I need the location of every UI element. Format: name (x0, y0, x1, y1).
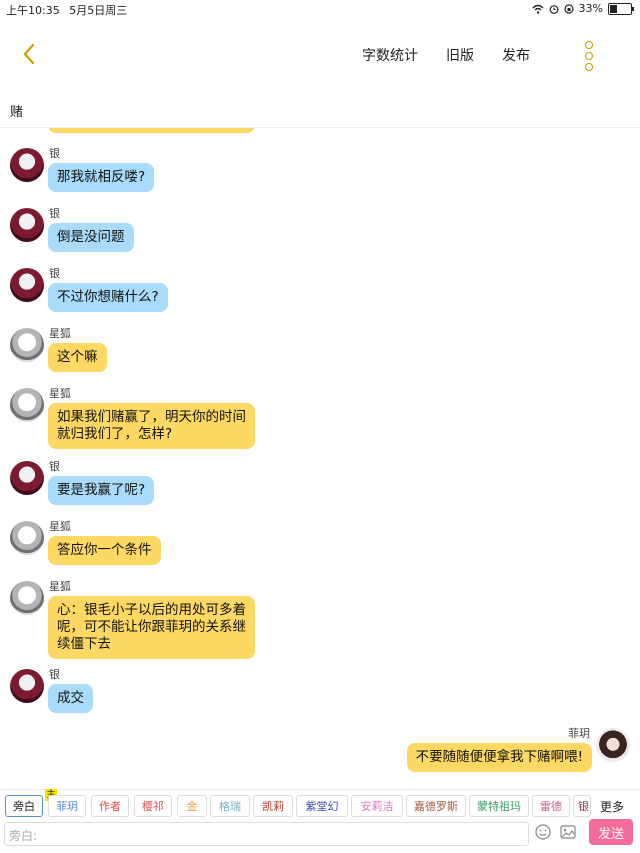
status-date: 5月5日周三 (69, 4, 128, 17)
character-chip[interactable]: 蒙特祖玛 (469, 795, 529, 817)
input-bar: 旁白: 发送 (0, 819, 640, 853)
battery-icon (608, 2, 634, 15)
avatar[interactable] (10, 208, 44, 242)
more-menu-icon[interactable] (580, 41, 598, 71)
speaker-name: 菲玥 (568, 727, 590, 740)
avatar[interactable] (596, 728, 630, 762)
message-bubble[interactable]: 如果我们赌赢了，明天你的时间就归我们了，怎样? (48, 403, 255, 449)
message-bubble[interactable]: 不过你想赌什么? (48, 283, 168, 312)
avatar[interactable] (10, 328, 44, 362)
chat-area[interactable]: 银 那我就相反喽? 银 倒是没问题 银 不过你想赌什么? 星狐 这个嘛 星狐 如… (0, 128, 640, 784)
character-chip[interactable]: 格瑞 (210, 795, 250, 817)
message-bubble[interactable]: 倒是没问题 (48, 223, 134, 252)
old-version-button[interactable]: 旧版 (446, 45, 474, 65)
character-chip[interactable]: 樱祁 (134, 795, 172, 817)
message-bubble[interactable]: 答应你一个条件 (48, 536, 161, 565)
message-input[interactable]: 旁白: (4, 822, 529, 846)
speaker-name: 银 (49, 267, 60, 280)
top-nav: 字数统计 旧版 发布 (0, 25, 640, 83)
more-characters-button[interactable]: 更多 (592, 795, 632, 817)
status-time: 上午10:35 (6, 4, 60, 17)
rotation-lock-icon (563, 3, 574, 14)
emoji-icon[interactable] (535, 824, 551, 840)
message-bubble[interactable]: 这个嘛 (48, 343, 107, 372)
character-chip[interactable]: 凯莉 (253, 795, 293, 817)
speaker-name: 银 (49, 207, 60, 220)
character-chip[interactable]: 紫堂幻 (296, 795, 348, 817)
avatar[interactable] (10, 148, 44, 182)
character-chip[interactable]: 安莉洁 (351, 795, 403, 817)
avatar[interactable] (10, 669, 44, 703)
character-chip[interactable]: 金 (177, 795, 207, 817)
send-button[interactable]: 发送 (589, 819, 633, 845)
chapter-title-row: 赌 (0, 92, 640, 128)
avatar[interactable] (10, 461, 44, 495)
character-chip[interactable]: 作者 (91, 795, 129, 817)
word-count-button[interactable]: 字数统计 (362, 45, 418, 65)
back-button[interactable] (14, 37, 44, 71)
character-chip[interactable]: 雷德 (532, 795, 570, 817)
speaker-name: 银 (49, 460, 60, 473)
speaker-name: 星狐 (49, 580, 71, 593)
character-chip[interactable]: 银 (573, 795, 591, 817)
speaker-name: 星狐 (49, 327, 71, 340)
avatar[interactable] (10, 581, 44, 615)
avatar[interactable] (10, 268, 44, 302)
status-bar: 上午10:35 5月5日周三 33% (0, 0, 640, 18)
character-chip[interactable]: 嘉德罗斯 (406, 795, 466, 817)
image-icon[interactable] (560, 824, 576, 840)
speaker-name: 星狐 (49, 387, 71, 400)
message-bubble[interactable]: 要是我赢了呢? (48, 476, 155, 505)
avatar[interactable] (10, 521, 44, 555)
message-bubble[interactable]: 那我就相反喽? (48, 163, 155, 192)
message-bubble[interactable]: 不要随随便便拿我下赌啊喂! (406, 743, 592, 772)
battery-percent: 33% (578, 2, 603, 15)
partial-message-bubble (48, 128, 255, 133)
message-bubble[interactable]: 成交 (48, 684, 93, 713)
chapter-title: 赌 (10, 105, 24, 120)
character-chip[interactable]: 旁白 (5, 795, 43, 817)
message-bubble[interactable]: 心：银毛小子以后的用处可多着呢，可不能让你跟菲玥的关系继续僵下去 (48, 596, 255, 659)
speaker-name: 星狐 (49, 520, 71, 533)
battery-fill (610, 4, 617, 13)
alarm-icon (549, 4, 558, 14)
wifi-icon (532, 4, 544, 14)
chevron-left-icon (23, 43, 35, 65)
speaker-name: 银 (49, 668, 60, 681)
character-selector: 旁白 主 菲玥 作者 樱祁 金 格瑞 凯莉 紫堂幻 安莉洁 嘉德罗斯 蒙特祖玛 … (0, 789, 640, 820)
character-chip[interactable]: 菲玥 (48, 795, 86, 817)
avatar[interactable] (10, 388, 44, 422)
publish-button[interactable]: 发布 (502, 45, 530, 65)
speaker-name: 银 (49, 147, 60, 160)
